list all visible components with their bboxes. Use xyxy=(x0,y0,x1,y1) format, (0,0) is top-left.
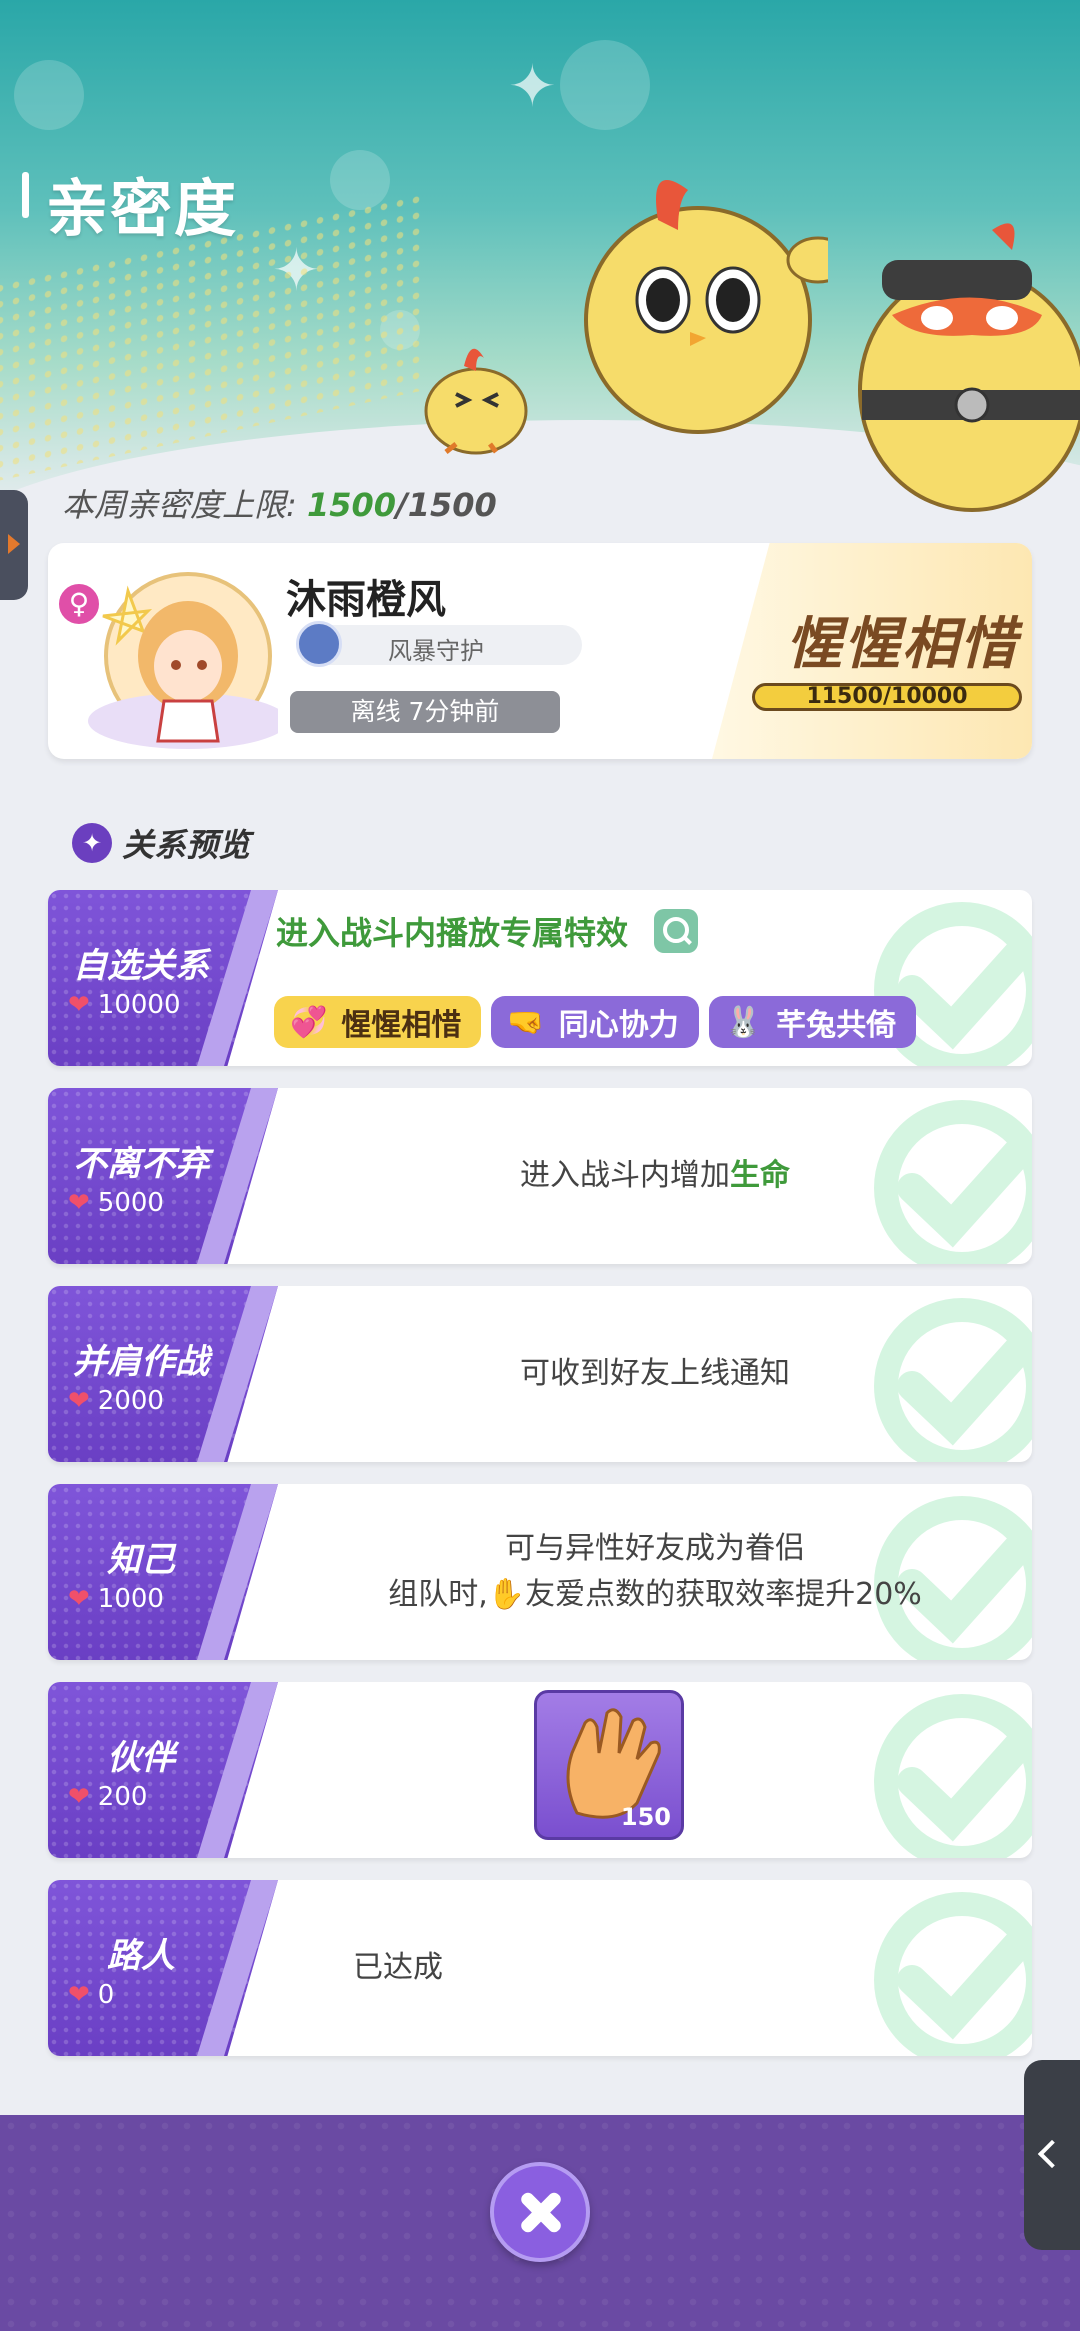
guild-name: 风暴守护 xyxy=(388,637,484,665)
tier-req-value: 2000 xyxy=(97,1386,164,1416)
tier-name: 伙伴 xyxy=(107,1738,175,1778)
tier-name: 自选关系 xyxy=(73,946,209,986)
tier-requirement: ❤ 1000 xyxy=(68,1584,164,1614)
sparkle-icon: ✦ xyxy=(508,52,557,120)
left-drawer-handle[interactable] xyxy=(0,490,28,600)
tier-requirement: ❤ 10000 xyxy=(68,990,181,1020)
desc-line-1: 可与异性好友成为眷侣 xyxy=(505,1531,805,1566)
small-chick-mascot xyxy=(424,348,528,455)
effect-text: 进入战斗内播放专属特效 xyxy=(276,914,629,952)
weekly-limit-label: 本周亲密度上限: xyxy=(62,486,297,524)
tier-requirement: ❤ 200 xyxy=(68,1782,147,1812)
desc-text: 可收到好友上线通知 xyxy=(520,1356,790,1391)
tier-req-value: 10000 xyxy=(97,990,181,1020)
intimacy-progress: 11500/10000 xyxy=(752,683,1022,711)
tier-description: 已达成 xyxy=(48,1880,748,2056)
hearts-icon: 💞 xyxy=(290,1004,328,1040)
reward-count: 150 xyxy=(620,1803,671,1831)
desc-text: 已达成 xyxy=(353,1950,443,1985)
fist-bump-icon: 🤜 xyxy=(507,1004,545,1040)
achieved-check-icon xyxy=(874,1694,1032,1858)
female-icon: ♀ xyxy=(56,581,102,627)
tier-name: 不离不弃 xyxy=(73,1144,209,1184)
side-panel-toggle[interactable] xyxy=(1024,2060,1080,2250)
tier-row-luren: 路人 ❤ 0 已达成 xyxy=(48,1880,1032,2056)
online-status: 离线 7分钟前 xyxy=(290,691,560,733)
option-chip-qiantu[interactable]: 🐰 芊兔共倚 xyxy=(708,996,917,1048)
achieved-check-icon xyxy=(874,1892,1032,2056)
heart-icon: ❤ xyxy=(68,1584,90,1614)
desc-highlight: 生命 xyxy=(730,1158,790,1193)
tier-row-huoban: 伙伴 ❤ 200 150 xyxy=(48,1682,1032,1858)
option-label: 同心协力 xyxy=(558,1008,679,1043)
title-accent-bar xyxy=(22,172,29,218)
friend-name: 沐雨橙风 xyxy=(286,577,446,623)
relationship-options: 💞 惺惺相惜 🤜 同心协力 🐰 芊兔共倚 xyxy=(274,996,917,1048)
heart-icon: ❤ xyxy=(68,1782,90,1812)
page-title: 亲密度 xyxy=(46,172,239,245)
guild-emblem-icon xyxy=(296,621,342,667)
rabbit-icon: 🐰 xyxy=(724,1004,763,1040)
tier-description: 可收到好友上线通知 xyxy=(278,1286,1032,1462)
friend-card[interactable]: ♀ 沐雨橙风 风暴守护 离线 7分钟前 惺惺相惜 11500/10000 xyxy=(48,543,1032,759)
option-chip-xingxing[interactable]: 💞 惺惺相惜 xyxy=(274,996,482,1048)
tier-req-value: 5000 xyxy=(97,1188,164,1218)
desc-line-2: 组队时,✋友爱点数的获取效率提升20% xyxy=(388,1572,922,1618)
big-chick-mascot xyxy=(584,180,828,434)
section-label: 关系预览 xyxy=(122,826,251,864)
tier-name: 并肩作战 xyxy=(73,1342,209,1382)
preview-search-button[interactable] xyxy=(654,909,699,953)
weekly-limit-current: 1500 xyxy=(306,486,397,524)
heart-icon: ❤ xyxy=(68,1386,90,1416)
tier-req-value: 1000 xyxy=(97,1584,164,1614)
tier-row-bulibuqi: 不离不弃 ❤ 5000 进入战斗内增加生命 xyxy=(48,1088,1032,1264)
tier-row-zhiji: 知己 ❤ 1000 可与异性好友成为眷侣 组队时,✋友爱点数的获取效率提升20% xyxy=(48,1484,1032,1660)
tier-description: 可与异性好友成为眷侣 组队时,✋友爱点数的获取效率提升20% xyxy=(278,1484,1032,1660)
tier-row-bingjian: 并肩作战 ❤ 2000 可收到好友上线通知 xyxy=(48,1286,1032,1462)
heart-icon: ❤ xyxy=(68,1188,90,1218)
warrior-chick-mascot xyxy=(858,223,1080,512)
close-button[interactable] xyxy=(490,2162,590,2262)
tier-row-custom: 自选关系 ❤ 10000 进入战斗内播放专属特效 💞 惺惺相惜 🤜 同心协力 🐰… xyxy=(48,890,1032,1066)
tier-name: 知己 xyxy=(107,1540,175,1580)
weekly-intimacy-limit: 本周亲密度上限: 1500/1500 xyxy=(62,480,497,526)
effect-line: 进入战斗内播放专属特效 xyxy=(276,908,699,954)
header-banner: ✦ ✦ xyxy=(0,0,1080,520)
friend-avatar[interactable] xyxy=(68,561,278,751)
relationship-preview-header: ✦ 关系预览 xyxy=(72,822,250,864)
desc-text: 进入战斗内增加 xyxy=(520,1158,730,1193)
tier-requirement: ❤ 2000 xyxy=(68,1386,164,1416)
weekly-limit-max: /1500 xyxy=(396,486,497,524)
desc-prefix: 组队时, xyxy=(388,1577,488,1612)
option-chip-tongxin[interactable]: 🤜 同心协力 xyxy=(491,996,699,1048)
reward-item[interactable]: 150 xyxy=(534,1690,684,1840)
tier-requirement: ❤ 5000 xyxy=(68,1188,164,1218)
option-label: 芊兔共倚 xyxy=(776,1008,897,1043)
desc-suffix: 友爱点数的获取效率提升20% xyxy=(525,1577,922,1612)
clap-hand-icon: ✋ xyxy=(487,1577,526,1612)
tier-req-value: 200 xyxy=(97,1782,148,1812)
tier-description: 进入战斗内增加生命 xyxy=(278,1088,1032,1264)
option-label: 惺惺相惜 xyxy=(341,1008,462,1043)
heart-icon: ❤ xyxy=(68,990,90,1020)
star-icon: ✦ xyxy=(72,823,112,863)
relationship-title: 惺惺相惜 xyxy=(786,612,1018,677)
